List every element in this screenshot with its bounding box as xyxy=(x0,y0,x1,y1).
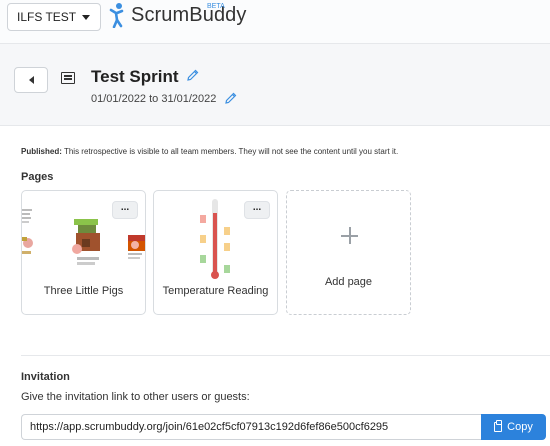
divider xyxy=(21,355,550,356)
pages-label: Pages xyxy=(21,171,54,183)
caret-left-icon xyxy=(28,76,34,84)
caret-down-icon xyxy=(82,14,91,20)
team-selector-button[interactable]: ILFS TEST xyxy=(7,3,102,31)
edit-dates-pencil-icon[interactable] xyxy=(225,92,237,104)
invitation-description: Give the invitation link to other users … xyxy=(21,391,250,403)
page-menu-button[interactable]: ... xyxy=(244,201,270,219)
edit-title-pencil-icon[interactable] xyxy=(187,69,199,81)
team-selector-label: ILFS TEST xyxy=(17,10,77,24)
add-page-card[interactable]: Add page xyxy=(286,190,411,315)
copy-label: Copy xyxy=(507,421,533,433)
brand-name: ScrumBuddy xyxy=(131,3,247,26)
plus-icon xyxy=(341,227,358,244)
page-card-temperature-reading[interactable]: ... Temperature Reading xyxy=(153,190,278,315)
clipboard-icon xyxy=(494,420,503,432)
sprint-dates: 01/01/2022 to 31/01/2022 xyxy=(91,93,217,105)
sprint-header: Test Sprint 01/01/2022 to 31/01/2022 xyxy=(0,45,550,125)
logo[interactable]: ScrumBuddy BETA xyxy=(107,2,247,28)
person-logo-icon xyxy=(109,3,124,28)
add-page-label: Add page xyxy=(324,276,373,288)
invitation-link-field[interactable] xyxy=(21,414,481,440)
page-card-three-little-pigs[interactable]: ... Three Little Pigs xyxy=(21,190,146,315)
page-title: Test Sprint xyxy=(91,67,179,86)
notice-bold: Published: xyxy=(21,147,62,156)
page-card-title: Temperature Reading xyxy=(162,285,269,297)
page-menu-button[interactable]: ... xyxy=(112,201,138,219)
list-icon xyxy=(61,72,75,84)
notice-text: This retrospective is visible to all tea… xyxy=(63,147,399,156)
page-card-title: Three Little Pigs xyxy=(43,285,124,297)
beta-badge: BETA xyxy=(207,3,225,10)
published-notice: Published: This retrospective is visible… xyxy=(21,147,398,156)
copy-button[interactable]: Copy xyxy=(481,414,546,440)
back-button[interactable] xyxy=(14,67,48,93)
invitation-label: Invitation xyxy=(21,371,70,383)
main-content: Published: This retrospective is visible… xyxy=(0,125,550,446)
top-bar: ILFS TEST ScrumBuddy BETA xyxy=(0,0,550,44)
